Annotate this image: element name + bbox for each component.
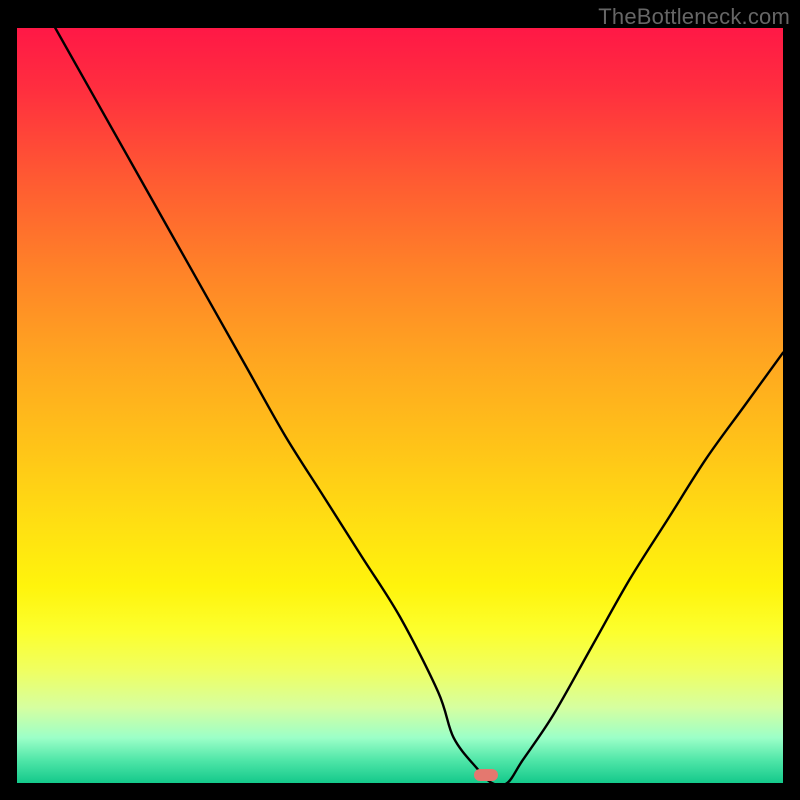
curve-path xyxy=(17,28,783,783)
bottleneck-curve xyxy=(17,28,783,783)
chart-frame: TheBottleneck.com xyxy=(0,0,800,800)
optimal-marker xyxy=(474,769,498,781)
watermark-text: TheBottleneck.com xyxy=(598,4,790,30)
plot-area xyxy=(17,28,783,783)
